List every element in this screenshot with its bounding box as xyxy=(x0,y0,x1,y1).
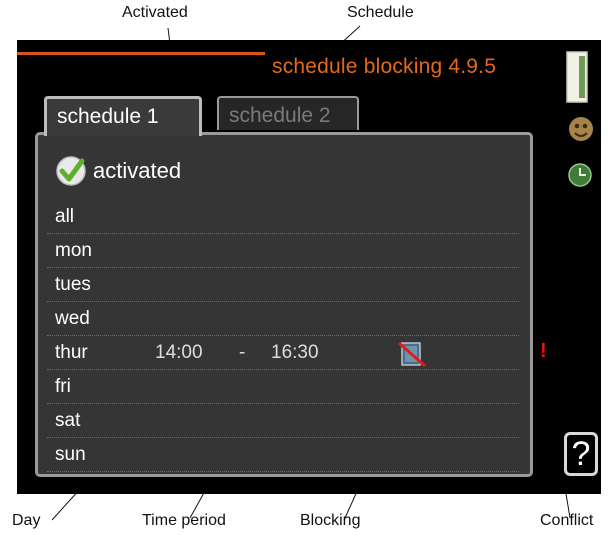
day-row-mon[interactable]: mon xyxy=(47,234,519,268)
callout-day: Day xyxy=(12,512,41,529)
day-label: tues xyxy=(55,274,91,295)
day-row-thur[interactable]: thur 14:00 - 16:30 xyxy=(47,336,519,370)
day-label: all xyxy=(55,206,75,227)
conflict-icon: ! xyxy=(540,340,547,362)
callout-time-period: Time period xyxy=(142,512,226,529)
time-period-separator: - xyxy=(239,342,246,363)
day-label: mon xyxy=(55,240,92,261)
page-title: schedule blocking 4.9.5 xyxy=(272,55,497,78)
time-period-start[interactable]: 14:00 xyxy=(155,342,203,364)
callout-activated: Activated xyxy=(122,4,188,21)
help-button[interactable]: ? xyxy=(564,432,598,476)
day-row-sat[interactable]: sat xyxy=(47,404,519,438)
day-row-wed[interactable]: wed xyxy=(47,302,519,336)
day-label: thur xyxy=(55,342,88,363)
display-icon xyxy=(566,51,588,103)
activated-toggle[interactable]: activated xyxy=(55,154,181,188)
face-icon[interactable] xyxy=(567,115,595,143)
callout-conflict: Conflict xyxy=(540,512,594,529)
blocking-icon[interactable] xyxy=(397,340,427,368)
callout-blocking: Blocking xyxy=(300,512,361,529)
day-label: wed xyxy=(55,308,90,329)
time-period-end[interactable]: 16:30 xyxy=(271,342,319,364)
check-icon xyxy=(56,156,86,186)
clock-icon[interactable] xyxy=(567,162,593,188)
day-row-fri[interactable]: fri xyxy=(47,370,519,404)
activated-label: activated xyxy=(93,158,182,183)
day-row-tues[interactable]: tues xyxy=(47,268,519,302)
day-label: fri xyxy=(55,376,71,397)
tab-schedule-2[interactable]: schedule 2 xyxy=(217,96,359,130)
device-screen: schedule blocking 4.9.5 schedule 2 sched… xyxy=(17,40,601,494)
day-row-sun[interactable]: sun xyxy=(47,438,519,472)
title-accent-line xyxy=(17,52,265,55)
tab-schedule-1[interactable]: schedule 1 xyxy=(44,96,202,136)
day-row-all[interactable]: all xyxy=(47,200,519,234)
day-label: sat xyxy=(55,410,81,431)
callout-schedule: Schedule xyxy=(347,4,414,21)
help-icon: ? xyxy=(571,435,591,473)
day-list: all mon tues wed thur 14:00 - 16:30 fri … xyxy=(47,200,519,472)
day-label: sun xyxy=(55,444,86,465)
